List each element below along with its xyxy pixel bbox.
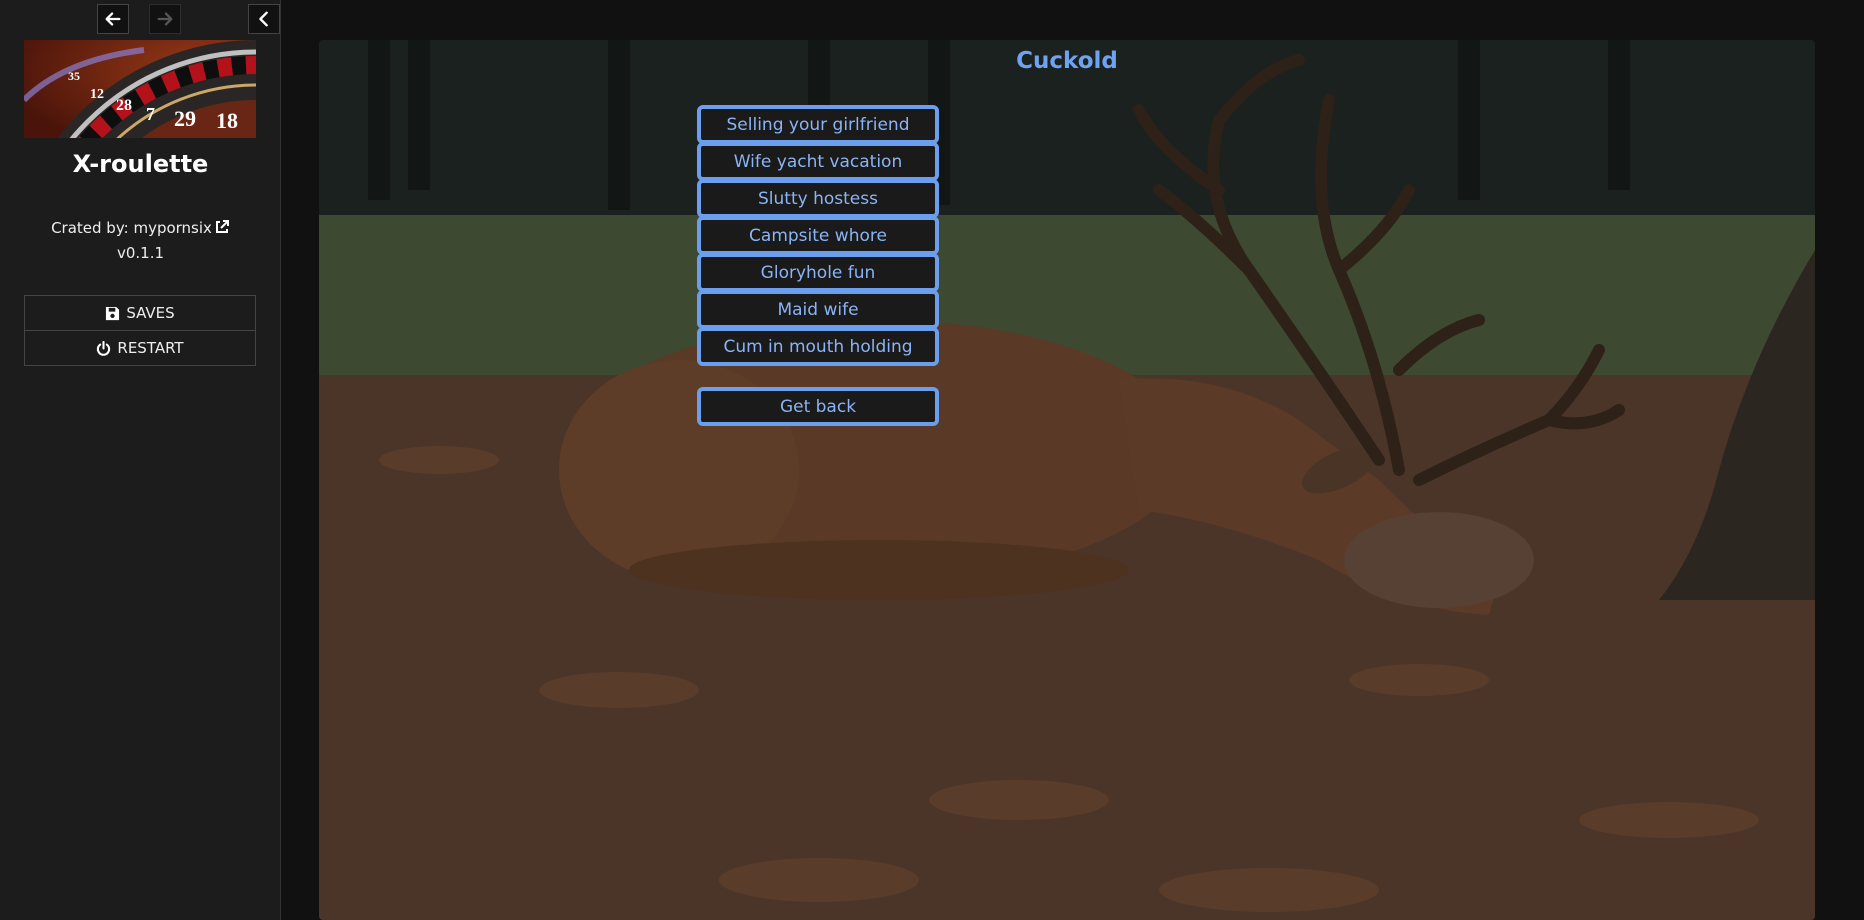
banner-number-2: 18 <box>216 108 238 133</box>
credit-prefix: Crated by: <box>51 219 134 237</box>
arrow-right-icon <box>157 12 173 26</box>
floppy-disk-icon <box>106 306 120 320</box>
version-label: v0.1.1 <box>116 244 165 262</box>
choice-link[interactable]: Maid wife <box>697 290 939 329</box>
back-button[interactable] <box>97 4 129 34</box>
deer-background-image <box>319 40 1815 920</box>
story-passage: Cuckold Selling your girlfriend Wife yac… <box>319 40 1815 920</box>
roulette-wheel-image: 29 18 7 28 12 35 <box>24 40 256 138</box>
choice-link[interactable]: Campsite whore <box>697 216 939 255</box>
restart-label: RESTART <box>117 339 184 357</box>
restart-button[interactable]: RESTART <box>24 330 256 366</box>
forward-button[interactable] <box>149 4 181 34</box>
banner-number-6: 35 <box>68 69 80 83</box>
choice-link[interactable]: Cum in mouth holding <box>697 327 939 366</box>
get-back-button[interactable]: Get back <box>697 387 939 426</box>
saves-label: SAVES <box>126 304 175 322</box>
banner-number-5: 12 <box>90 87 104 102</box>
saves-button[interactable]: SAVES <box>24 295 256 331</box>
credit-line: Crated by: mypornsix <box>0 219 281 237</box>
banner-image: 29 18 7 28 12 35 <box>24 40 256 138</box>
sidebar: 29 18 7 28 12 35 X-roulette Crated by: m… <box>0 0 281 920</box>
choice-link[interactable]: Wife yacht vacation <box>697 142 939 181</box>
author-link[interactable]: mypornsix <box>133 219 211 237</box>
choice-link[interactable]: Slutty hostess <box>697 179 939 218</box>
story-title: X-roulette <box>72 150 209 178</box>
banner-number-3: 7 <box>146 104 155 124</box>
passage-title: Cuckold <box>1016 48 1118 74</box>
arrow-left-icon <box>105 12 121 26</box>
collapse-sidebar-button[interactable] <box>248 4 280 34</box>
choice-link[interactable]: Selling your girlfriend <box>697 105 939 144</box>
choice-link[interactable]: Gloryhole fun <box>697 253 939 292</box>
banner-number-1: 29 <box>174 106 196 131</box>
external-link-icon[interactable] <box>214 219 230 235</box>
chevron-left-icon <box>259 11 268 27</box>
banner-number-4: 28 <box>116 97 132 114</box>
power-icon <box>97 340 111 356</box>
